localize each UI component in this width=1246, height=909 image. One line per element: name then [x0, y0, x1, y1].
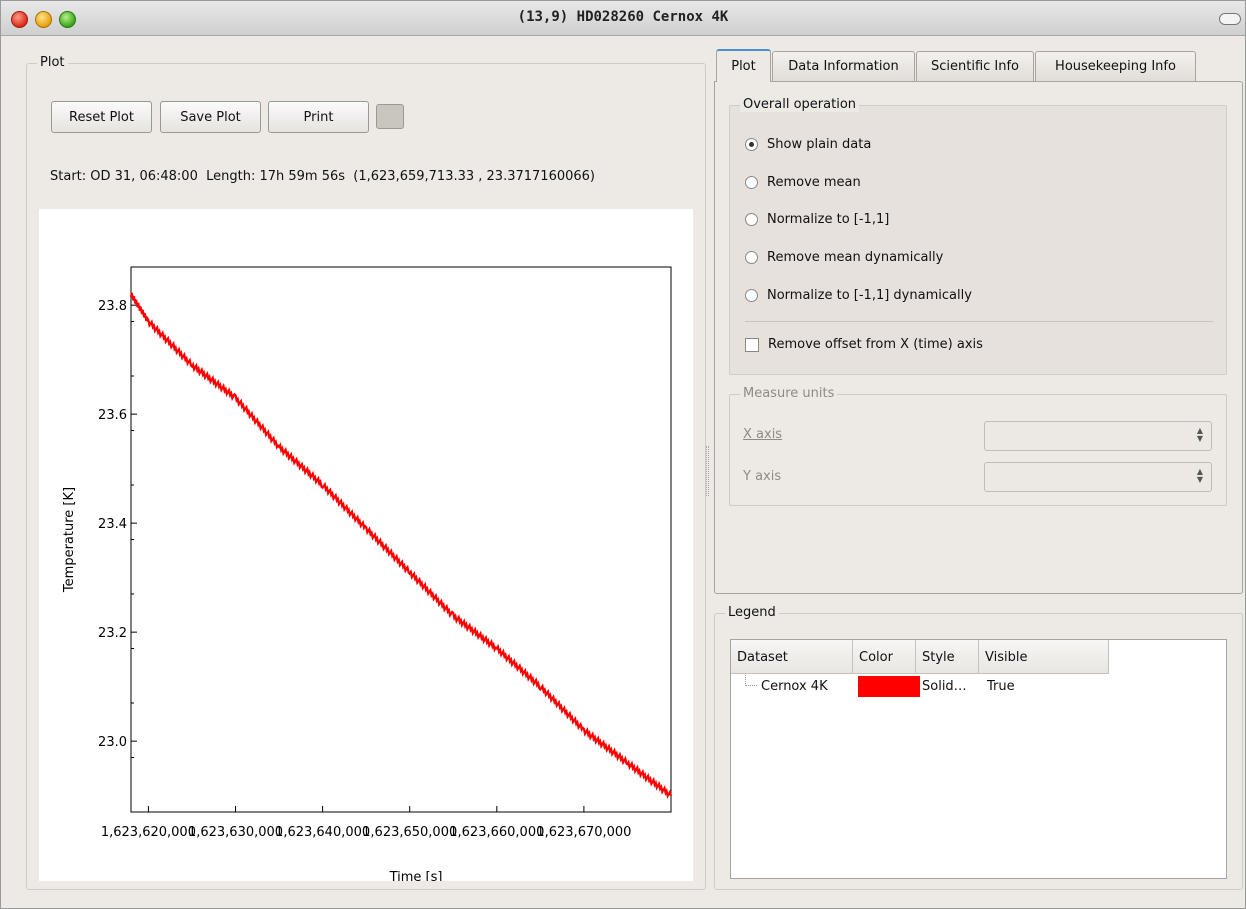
remove-offset-checkbox[interactable]: [745, 337, 759, 352]
x-tick-label: 1,623,630,000: [188, 825, 283, 840]
overall-operation-group: Overall operation Show plain data Remove…: [729, 97, 1227, 375]
x-axis-title: Time [s]: [389, 870, 443, 881]
title-bar: (13,9) HD028260 Cernox 4K: [1, 1, 1245, 36]
radio-button[interactable]: [745, 289, 758, 302]
spin-arrows-icon: ▲ ▼: [1196, 426, 1204, 443]
y-tick-label: 23.8: [98, 299, 127, 314]
tab-data-information[interactable]: Data Information: [772, 51, 915, 81]
y-tick-label: 23.4: [98, 517, 127, 532]
radio-label: Normalize to [-1,1]: [767, 212, 890, 227]
tree-branch-icon: [745, 675, 757, 686]
radio-remove-mean[interactable]: Remove mean: [745, 175, 861, 190]
plot-frame: [130, 266, 672, 813]
radio-button[interactable]: [745, 213, 758, 226]
window-title: (13,9) HD028260 Cernox 4K: [517, 9, 729, 25]
plot-group-title: Plot: [37, 55, 68, 70]
dataset-cell: Cernox 4K: [761, 678, 828, 694]
x-tick-label: 1,623,660,000: [449, 825, 544, 840]
overall-operation-title: Overall operation: [740, 97, 860, 112]
style-cell: Solid…: [922, 678, 967, 694]
plot-color-button[interactable]: [376, 104, 404, 129]
save-plot-button[interactable]: Save Plot: [160, 101, 261, 133]
temperature-chart: 23.023.223.423.623.81,623,620,0001,623,6…: [62, 266, 673, 881]
legend-header: Dataset Color Style Visible: [731, 640, 1109, 674]
radio-button[interactable]: [745, 251, 758, 264]
column-header-dataset[interactable]: Dataset: [731, 640, 853, 674]
column-header-style[interactable]: Style: [916, 640, 979, 674]
legend-title: Legend: [725, 605, 779, 620]
plot-info-text: Start: OD 31, 06:48:00 Length: 17h 59m 5…: [50, 169, 595, 184]
toolbar-toggle-button[interactable]: [1219, 13, 1241, 25]
reset-plot-button[interactable]: Reset Plot: [51, 101, 152, 133]
radio-button[interactable]: [745, 176, 758, 189]
radio-label: Remove mean: [767, 175, 861, 190]
x-tick-label: 1,623,620,000: [101, 825, 196, 840]
radio-button[interactable]: [745, 138, 758, 151]
x-tick-label: 1,623,640,000: [275, 825, 370, 840]
radio-label: Show plain data: [767, 137, 872, 152]
checkbox-label: Remove offset from X (time) axis: [768, 337, 983, 352]
y-tick-label: 23.2: [98, 626, 127, 641]
color-cell-swatch[interactable]: [858, 676, 920, 697]
radio-remove-mean-dynamically[interactable]: Remove mean dynamically: [745, 250, 943, 265]
plot-tab-panel: Overall operation Show plain data Remove…: [714, 81, 1243, 594]
plot-canvas[interactable]: 23.0 23.2 23.4 23.6 23.8 1,623,620,000 1,623,6…: [39, 209, 693, 881]
column-header-visible[interactable]: Visible: [979, 640, 1109, 674]
y-tick-label: 23.6: [98, 408, 127, 423]
y-axis-label: Y axis: [743, 469, 782, 484]
y-tick-label: 23.0: [98, 735, 127, 750]
measure-units-title: Measure units: [740, 386, 838, 401]
measure-units-group: Measure units X axis Y axis ▲ ▼ ▲ ▼: [729, 386, 1227, 506]
column-header-color[interactable]: Color: [853, 640, 916, 674]
splitter-handle[interactable]: [706, 446, 709, 496]
x-tick-label: 1,623,670,000: [536, 825, 631, 840]
radio-show-plain-data[interactable]: Show plain data: [745, 137, 871, 152]
radio-normalize-dynamically[interactable]: Normalize to [-1,1] dynamically: [745, 288, 972, 303]
y-axis-unit-select[interactable]: ▲ ▼: [984, 462, 1212, 492]
tab-housekeeping-info[interactable]: Housekeeping Info: [1035, 51, 1196, 81]
x-axis-unit-select[interactable]: ▲ ▼: [984, 421, 1212, 451]
spin-arrows-icon: ▲ ▼: [1196, 467, 1204, 484]
separator: [745, 321, 1213, 322]
radio-normalize[interactable]: Normalize to [-1,1]: [745, 212, 889, 227]
remove-offset-checkbox-row[interactable]: Remove offset from X (time) axis: [745, 337, 983, 352]
print-button[interactable]: Print: [268, 101, 369, 133]
radio-label: Normalize to [-1,1] dynamically: [767, 288, 972, 303]
tab-plot[interactable]: Plot: [716, 49, 771, 82]
y-axis-title: Temperature [K]: [62, 487, 77, 593]
radio-label: Remove mean dynamically: [767, 250, 944, 265]
x-axis-label: X axis: [743, 427, 783, 442]
tab-scientific-info[interactable]: Scientific Info: [916, 51, 1034, 81]
legend-table[interactable]: Dataset Color Style Visible Cernox 4K So…: [730, 639, 1227, 879]
visible-cell: True: [987, 678, 1015, 694]
x-tick-label: 1,623,650,000: [362, 825, 457, 840]
table-row[interactable]: Cernox 4K Solid… True: [731, 675, 1109, 697]
app-window: (13,9) HD028260 Cernox 4K Plot Reset Plo…: [0, 0, 1246, 909]
